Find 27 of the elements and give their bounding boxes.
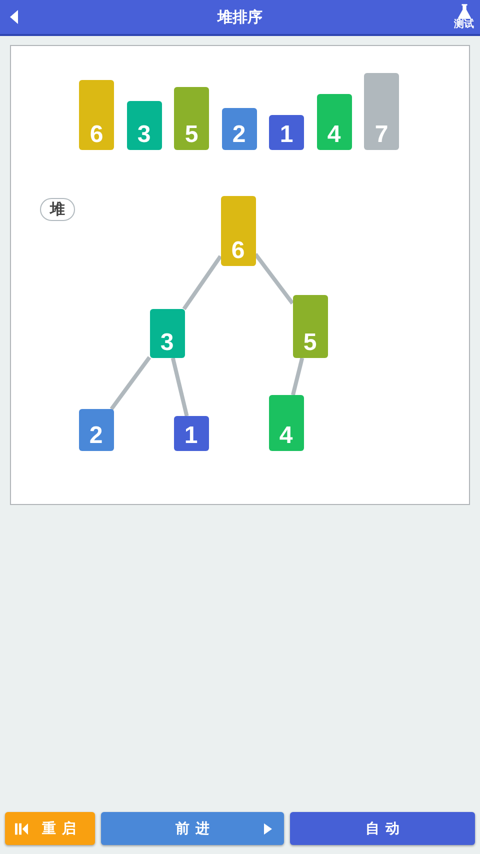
edge-line [254, 253, 294, 304]
flask-icon [458, 4, 470, 19]
array-bar: 6 [79, 80, 114, 150]
array-bar: 7 [364, 73, 399, 150]
array-bar: 2 [222, 108, 256, 150]
edge-line [182, 255, 222, 310]
skip-back-icon [15, 823, 28, 835]
array-bar: 4 [316, 94, 352, 150]
play-icon [264, 823, 272, 835]
tree-node: 3 [150, 309, 184, 358]
tree-node: 5 [292, 295, 328, 358]
tree-node: 4 [268, 395, 304, 451]
tree-node: 6 [220, 196, 256, 266]
heap-label: 堆 [40, 198, 75, 221]
array-bar: 5 [174, 87, 209, 150]
auto-button[interactable]: 自动 [290, 812, 475, 845]
tree-node: 2 [78, 409, 114, 451]
tree-node: 1 [174, 416, 208, 451]
test-button[interactable]: 测试 [454, 4, 474, 30]
step-button[interactable]: 前进 [101, 812, 284, 845]
array-bar: 1 [269, 115, 304, 150]
back-icon[interactable] [10, 10, 18, 24]
array-bar: 3 [126, 101, 162, 150]
page-title: 堆排序 [216, 8, 264, 26]
edge-line [110, 356, 152, 410]
edge-line [170, 358, 189, 416]
edge-line [291, 358, 304, 396]
